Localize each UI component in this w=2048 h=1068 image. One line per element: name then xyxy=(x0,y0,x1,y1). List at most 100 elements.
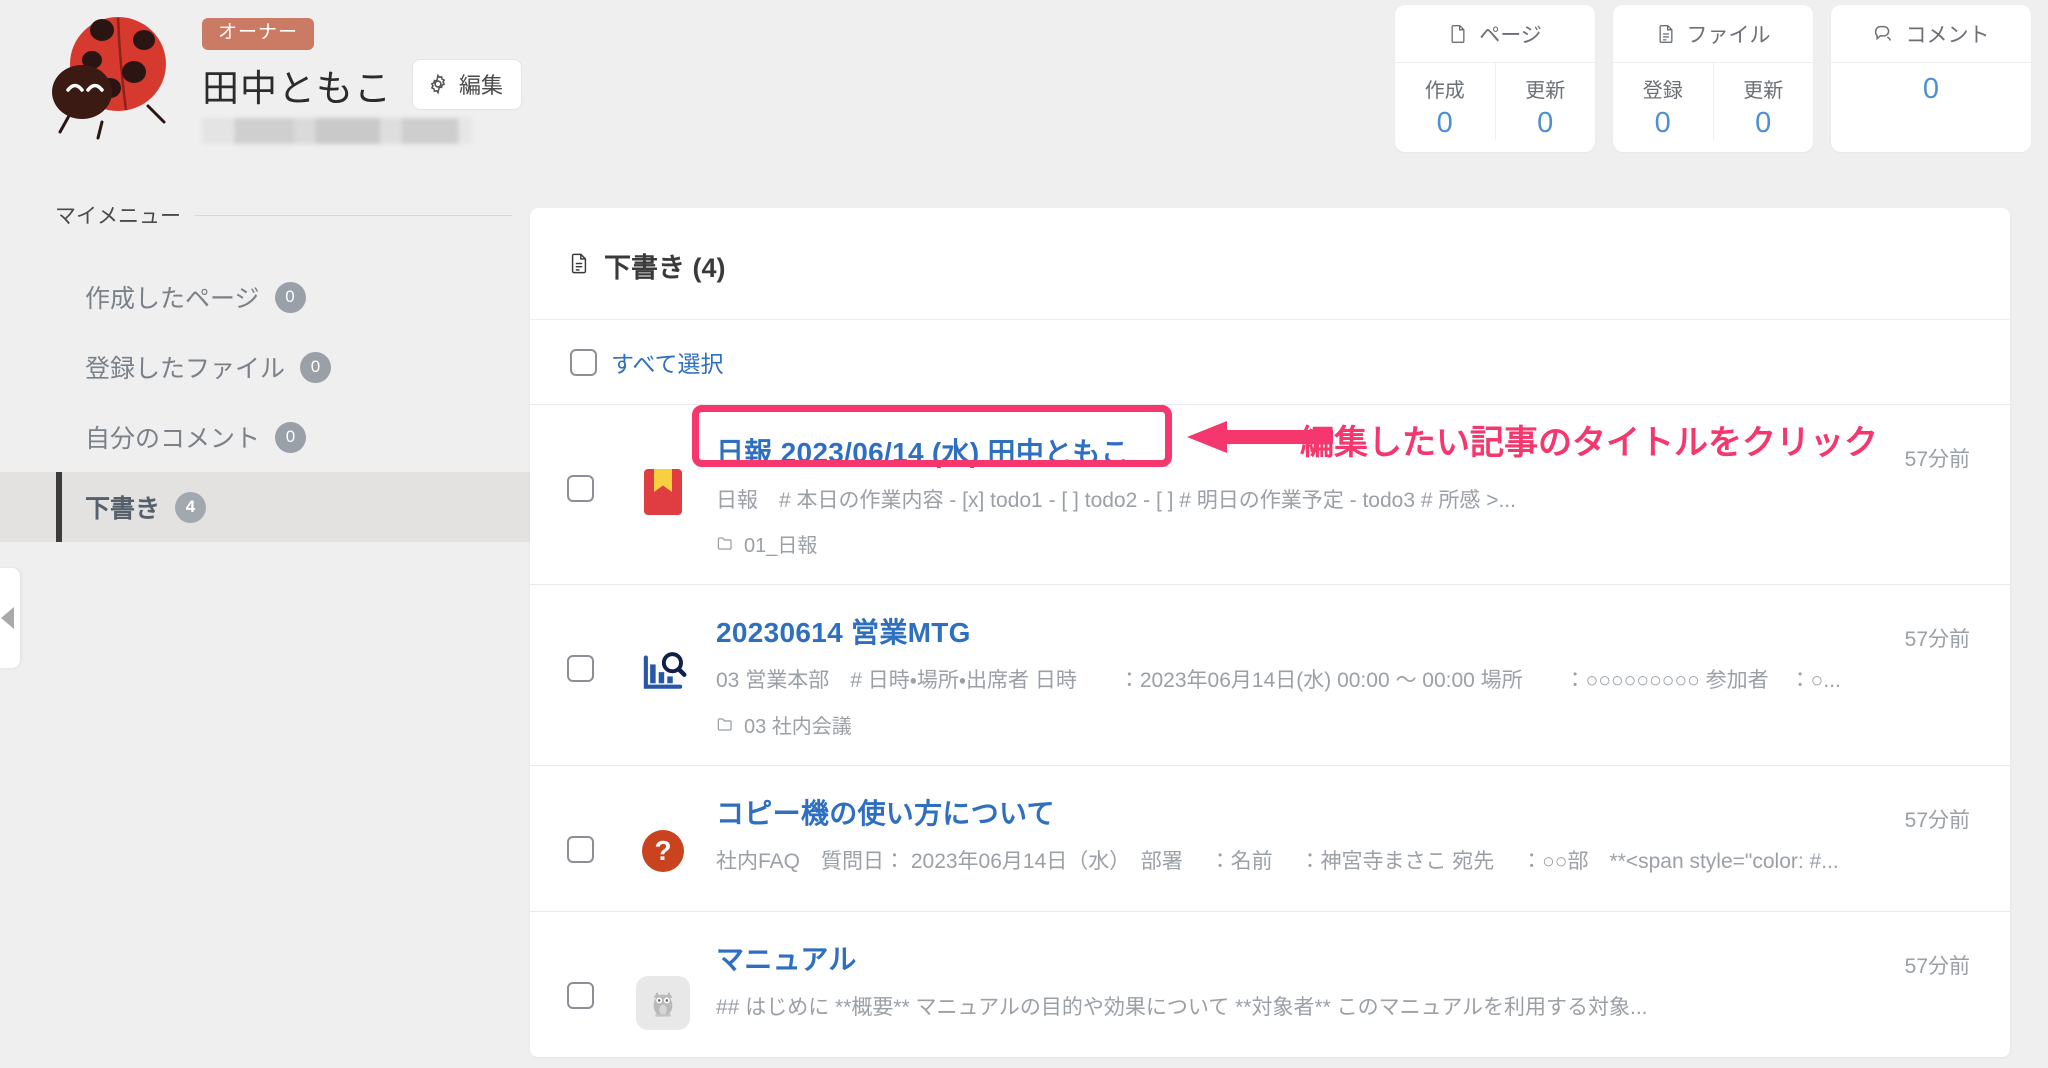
stat-card-comments-title: コメント xyxy=(1905,24,1990,47)
chevron-left-icon xyxy=(1,607,14,629)
row-timestamp: 57分前 xyxy=(1904,628,1970,652)
row-folder[interactable]: 03 社内会議 xyxy=(716,710,1860,739)
panel-header: 下書き (4) xyxy=(530,208,2010,319)
stat-card-pages-body: 作成 0 更新 0 xyxy=(1395,62,1595,140)
sidebar-menu-list: 作成したページ 0 登録したファイル 0 自分のコメント 0 下書き 4 xyxy=(0,262,540,542)
sidebar-item-count: 0 xyxy=(275,421,307,453)
sidebar-divider xyxy=(195,214,512,216)
comment-icon xyxy=(1873,23,1895,45)
stat-card-files-title: ファイル xyxy=(1686,24,1771,47)
stat-card-pages-head: ページ xyxy=(1395,19,1595,62)
file-icon xyxy=(1656,23,1676,45)
stat-card-comments-body: 0 xyxy=(1831,62,2031,106)
row-folder[interactable]: 01_日報 xyxy=(716,529,1860,558)
stat-card-pages-title: ページ xyxy=(1479,24,1542,47)
sidebar-item-label: 下書き xyxy=(85,495,161,523)
row-timestamp: 57分前 xyxy=(1904,808,1970,832)
folder-icon xyxy=(717,537,732,551)
select-all-label[interactable]: すべて選択 xyxy=(611,345,723,379)
row-checkbox[interactable] xyxy=(566,835,594,863)
chart-search-icon xyxy=(630,611,696,697)
sidebar-item-count: 0 xyxy=(274,281,306,313)
row-body: コピー機の使い方について 社内FAQ 質問日： 2023年06月14日（水） 部… xyxy=(696,792,2010,876)
table-row: マニュアル ## はじめに **概要** マニュアルの目的や効果について **対… xyxy=(530,910,2010,1057)
page-icon xyxy=(1448,23,1468,45)
owl-thumbnail-icon xyxy=(630,938,696,1030)
row-folder-label: 03 社内会議 xyxy=(744,715,852,738)
stat-label: 登録 xyxy=(1642,80,1683,102)
stat-card-files[interactable]: ファイル 登録 0 更新 0 xyxy=(1613,5,1813,152)
stat-card-comments[interactable]: コメント 0 xyxy=(1831,5,2031,152)
table-row: 20230614 営業MTG 03 営業本部 # 日時・場所・出席者 日時 ：2… xyxy=(530,584,2010,764)
row-checkbox[interactable] xyxy=(566,475,594,502)
stat-value: 0 xyxy=(1654,107,1671,139)
name-row: 田中ともこ 編集 xyxy=(202,58,523,112)
stat-col-created: 作成 0 xyxy=(1395,63,1495,140)
owner-badge: オーナー xyxy=(202,18,315,50)
sidebar-item-my-comments[interactable]: 自分のコメント 0 xyxy=(0,402,540,472)
row-timestamp: 57分前 xyxy=(1904,448,1970,471)
row-folder-label: 01_日報 xyxy=(744,535,818,558)
sidebar-item-drafts[interactable]: 下書き 4 xyxy=(0,472,540,542)
masked-email xyxy=(202,117,472,144)
user-name: 田中ともこ xyxy=(202,67,392,109)
row-checkbox-wrap xyxy=(530,431,630,502)
row-title-link[interactable]: コピー機の使い方について xyxy=(716,792,1055,832)
page-root: オーナー 田中ともこ 編集 ページ 作成 0 更新 0 ファイル 登録 0 更新… xyxy=(0,0,2048,1068)
row-checkbox-wrap xyxy=(530,938,630,1009)
row-title-link[interactable]: マニュアル xyxy=(716,938,857,978)
stat-card-files-head: ファイル xyxy=(1613,19,1813,62)
row-checkbox-wrap xyxy=(530,792,630,863)
row-description: 社内FAQ 質問日： 2023年06月14日（水） 部署 ：名前 ：神宮寺まさこ… xyxy=(716,849,1839,873)
sidebar-item-count: 4 xyxy=(175,491,207,523)
draft-document-icon xyxy=(568,251,590,281)
stats-cards: ページ 作成 0 更新 0 ファイル 登録 0 更新 0 コメント 0 xyxy=(1395,5,2031,152)
stat-card-pages[interactable]: ページ 作成 0 更新 0 xyxy=(1395,5,1595,152)
sidebar-collapse-button[interactable] xyxy=(0,568,20,668)
stat-card-comments-head: コメント xyxy=(1831,19,2031,62)
row-title-link[interactable]: 日報 2023/06/14 (水) 田中ともこ xyxy=(716,431,1129,471)
stat-label: 作成 xyxy=(1424,80,1465,102)
row-description: 日報 # 本日の作業内容 - [x] todo1 - [ ] todo2 - [… xyxy=(716,489,1516,512)
row-body: マニュアル ## はじめに **概要** マニュアルの目的や効果について **対… xyxy=(696,938,2010,1022)
stat-value: 0 xyxy=(1537,107,1554,139)
question-mark-icon: ? xyxy=(630,792,696,872)
sidebar-item-label: 登録したファイル xyxy=(85,355,286,383)
stat-value: 0 xyxy=(1755,107,1772,139)
ladybug-avatar xyxy=(40,10,180,140)
sidebar-item-label: 作成したページ xyxy=(85,285,260,313)
select-all-row: すべて選択 xyxy=(530,319,2010,404)
page-title: 下書き (4) xyxy=(604,253,726,283)
gear-icon xyxy=(427,73,449,95)
sidebar-item-label: 自分のコメント xyxy=(85,425,261,453)
stat-value: 0 xyxy=(1922,73,1940,105)
stat-col-updated: 更新 0 xyxy=(1712,63,1814,140)
sidebar-item-registered-files[interactable]: 登録したファイル 0 xyxy=(0,332,540,402)
stat-col-comments: 0 xyxy=(1831,63,2031,106)
stat-col-updated: 更新 0 xyxy=(1494,63,1596,140)
row-checkbox[interactable] xyxy=(566,981,594,1009)
profile-header: オーナー 田中ともこ 編集 xyxy=(40,10,523,144)
row-checkbox-wrap xyxy=(530,611,630,683)
folder-icon xyxy=(717,718,732,731)
edit-profile-label: 編集 xyxy=(459,73,504,99)
row-title-link[interactable]: 20230614 営業MTG xyxy=(716,611,971,651)
sidebar-section-header: マイメニュー xyxy=(0,200,540,230)
drafts-panel: 下書き (4) すべて選択 日報 2023/06/14 (水) 田中ともこ 日報… xyxy=(530,208,2010,1057)
sidebar-section-title: マイメニュー xyxy=(55,205,181,228)
row-body: 20230614 営業MTG 03 営業本部 # 日時・場所・出席者 日時 ：2… xyxy=(696,611,2010,738)
stat-col-registered: 登録 0 xyxy=(1613,63,1713,140)
sidebar: マイメニュー 作成したページ 0 登録したファイル 0 自分のコメント 0 下書… xyxy=(0,200,540,542)
profile-info: オーナー 田中ともこ 編集 xyxy=(202,10,523,144)
row-description: 03 営業本部 # 日時・場所・出席者 日時 ：2023年06月14日(水) 0… xyxy=(716,669,1841,693)
row-timestamp: 57分前 xyxy=(1904,954,1970,978)
edit-profile-button[interactable]: 編集 xyxy=(412,59,523,111)
stat-label: 更新 xyxy=(1743,80,1784,102)
row-description: ## はじめに **概要** マニュアルの目的や効果について **対象者** こ… xyxy=(716,995,1648,1019)
row-checkbox[interactable] xyxy=(566,655,594,683)
annotation-text: 編集したい記事のタイトルをクリック xyxy=(1300,424,1878,462)
select-all-checkbox[interactable] xyxy=(570,348,597,376)
table-row: ? コピー機の使い方について 社内FAQ 質問日： 2023年06月14日（水）… xyxy=(530,764,2010,911)
sidebar-item-created-pages[interactable]: 作成したページ 0 xyxy=(0,262,540,332)
stat-label: 更新 xyxy=(1525,80,1566,102)
